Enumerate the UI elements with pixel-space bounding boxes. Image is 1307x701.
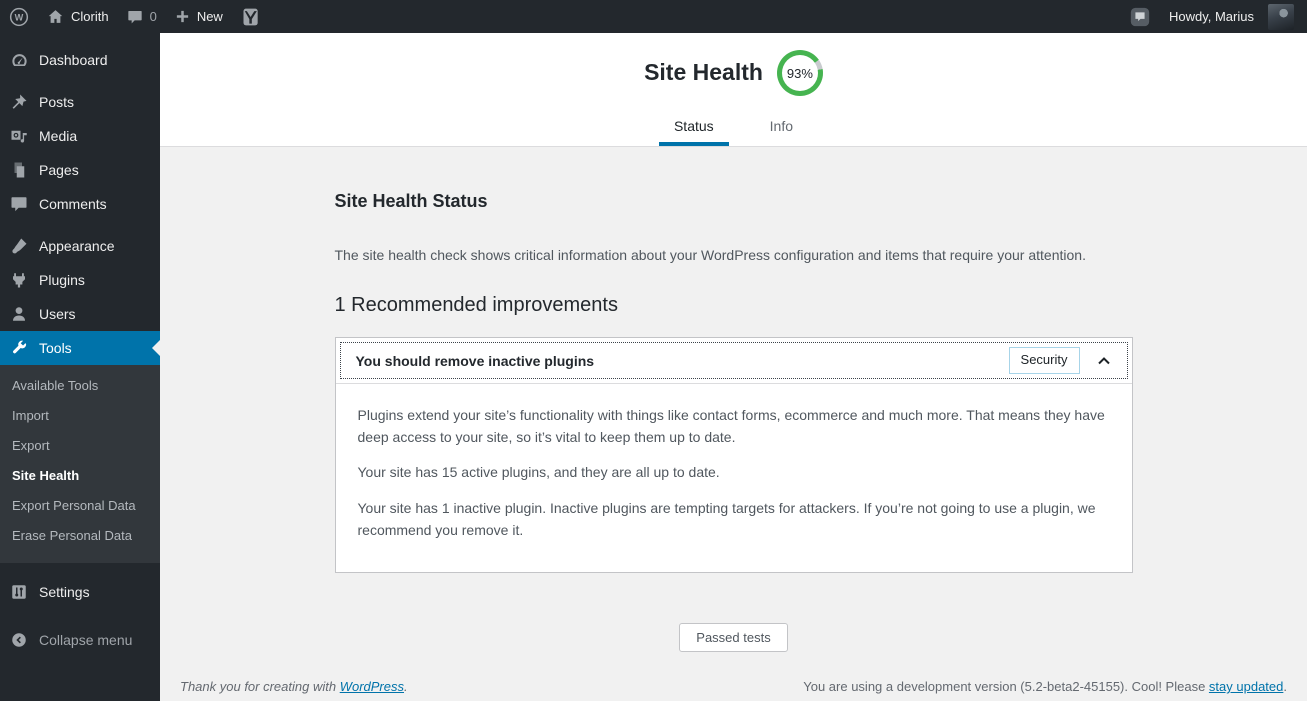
submenu-item-available-tools[interactable]: Available Tools — [0, 371, 160, 401]
plus-icon — [175, 9, 190, 24]
sliders-icon — [9, 582, 29, 602]
wordpress-link[interactable]: WordPress — [340, 679, 404, 694]
pages-icon — [9, 160, 29, 180]
comments-menu[interactable]: 0 — [118, 0, 166, 33]
sidebar-item-label: Settings — [39, 584, 90, 600]
submenu-item-import[interactable]: Import — [0, 401, 160, 431]
site-health-body: Site Health Status The site health check… — [160, 147, 1307, 653]
footer-version: You are using a development version (5.2… — [803, 679, 1287, 694]
footer-thanks-text: Thank you for creating with — [180, 679, 340, 694]
tab-status[interactable]: Status — [658, 108, 729, 146]
issue-paragraph: Plugins extend your site’s functionality… — [357, 407, 1105, 445]
my-account-menu[interactable]: Howdy, Marius — [1160, 0, 1303, 33]
recommended-improvements-heading: 1 Recommended improvements — [334, 294, 618, 316]
page-title: Site Health — [644, 59, 763, 86]
collapse-arrow-icon — [9, 630, 29, 650]
yoast-icon — [241, 7, 261, 27]
issue-card: You should remove inactive plugins Secur… — [334, 337, 1133, 574]
health-score-ring: 93% — [776, 50, 823, 96]
footer-thanks: Thank you for creating with WordPress. — [180, 679, 408, 694]
new-label: New — [196, 9, 223, 24]
sidebar-item-settings[interactable]: Settings — [0, 575, 160, 609]
sidebar-item-label: Posts — [39, 94, 75, 110]
security-badge: Security — [1008, 347, 1080, 374]
pushpin-icon — [9, 92, 29, 112]
sidebar-item-tools[interactable]: Tools — [0, 331, 160, 365]
howdy-label: Howdy, Marius — [1168, 9, 1254, 24]
comment-bubble-icon — [127, 9, 143, 25]
footer-thanks-period: . — [404, 679, 408, 694]
plug-icon — [9, 270, 29, 290]
issue-accordion-header[interactable]: You should remove inactive plugins Secur… — [335, 338, 1132, 384]
sidebar-item-posts[interactable]: Posts — [0, 85, 160, 119]
collapse-menu-button[interactable]: Collapse menu — [0, 623, 160, 657]
tools-submenu: Available Tools Import Export Site Healt… — [0, 365, 160, 563]
sidebar-item-media[interactable]: Media — [0, 119, 160, 153]
passed-tests-button[interactable]: Passed tests — [679, 623, 788, 653]
menu-separator — [0, 77, 160, 85]
dashboard-gauge-icon — [9, 50, 29, 70]
wrench-icon — [9, 338, 29, 358]
site-name-label: Clorith — [71, 9, 109, 24]
issue-paragraph: Your site has 15 active plugins, and the… — [357, 464, 720, 481]
sidebar-item-label: Plugins — [39, 272, 85, 288]
content-area: Site Health 93% Status Info Site Health … — [160, 33, 1307, 701]
wordpress-logo-icon: W — [9, 7, 29, 27]
sidebar-item-label: Tools — [39, 340, 72, 356]
footer-version-period: . — [1283, 679, 1287, 694]
footer-version-text: You are using a development version (5.2… — [803, 679, 1209, 694]
health-score-value: 93% — [781, 55, 818, 91]
wp-logo-menu[interactable]: W — [0, 0, 38, 33]
submenu-item-export-personal-data[interactable]: Export Personal Data — [0, 491, 160, 521]
feedback-menu[interactable] — [1120, 0, 1160, 33]
sidebar-item-label: Pages — [39, 162, 79, 178]
section-title: Site Health Status — [334, 191, 488, 211]
new-content-menu[interactable]: New — [166, 0, 232, 33]
admin-bar: W Clorith 0 New Howdy, Marius — [0, 0, 1307, 33]
issue-paragraph: Your site has 1 inactive plugin. Inactiv… — [357, 500, 1096, 538]
feedback-bubble-icon — [1129, 6, 1151, 28]
media-camera-icon — [9, 126, 29, 146]
admin-sidebar: Dashboard Posts Media Pages Comments App… — [0, 33, 160, 701]
admin-bar-right: Howdy, Marius — [1120, 0, 1307, 33]
sidebar-item-plugins[interactable]: Plugins — [0, 263, 160, 297]
sidebar-item-label: Appearance — [39, 238, 115, 254]
issue-body: Plugins extend your site’s functionality… — [336, 384, 1132, 572]
collapse-menu-label: Collapse menu — [39, 632, 133, 648]
paintbrush-icon — [9, 236, 29, 256]
health-tabs: Status Info — [160, 108, 1307, 146]
sidebar-item-label: Media — [39, 128, 78, 144]
active-menu-arrow — [144, 340, 160, 356]
issue-title: You should remove inactive plugins — [355, 352, 595, 369]
chevron-up-icon — [1096, 353, 1112, 369]
menu-separator — [0, 221, 160, 229]
site-health-header: Site Health 93% Status Info — [160, 33, 1307, 147]
comments-count: 0 — [149, 9, 157, 24]
footer: Thank you for creating with WordPress. Y… — [160, 679, 1307, 694]
stay-updated-link[interactable]: stay updated — [1209, 679, 1283, 694]
submenu-item-export[interactable]: Export — [0, 431, 160, 461]
submenu-item-erase-personal-data[interactable]: Erase Personal Data — [0, 521, 160, 551]
submenu-item-site-health[interactable]: Site Health — [0, 461, 160, 491]
sidebar-item-users[interactable]: Users — [0, 297, 160, 331]
sidebar-item-comments[interactable]: Comments — [0, 187, 160, 221]
avatar — [1268, 3, 1294, 30]
intro-text: The site health check shows critical inf… — [334, 247, 1086, 263]
user-icon — [9, 304, 29, 324]
comment-bubble-icon — [9, 194, 29, 214]
sidebar-item-appearance[interactable]: Appearance — [0, 229, 160, 263]
sidebar-item-dashboard[interactable]: Dashboard — [0, 43, 160, 77]
sidebar-item-pages[interactable]: Pages — [0, 153, 160, 187]
tab-info[interactable]: Info — [755, 108, 808, 146]
site-name-menu[interactable]: Clorith — [38, 0, 118, 33]
yoast-menu[interactable] — [232, 0, 270, 33]
home-icon — [47, 8, 64, 25]
sidebar-item-label: Users — [39, 306, 76, 322]
sidebar-item-label: Comments — [39, 196, 107, 212]
sidebar-item-label: Dashboard — [39, 52, 108, 68]
svg-text:W: W — [15, 12, 24, 22]
